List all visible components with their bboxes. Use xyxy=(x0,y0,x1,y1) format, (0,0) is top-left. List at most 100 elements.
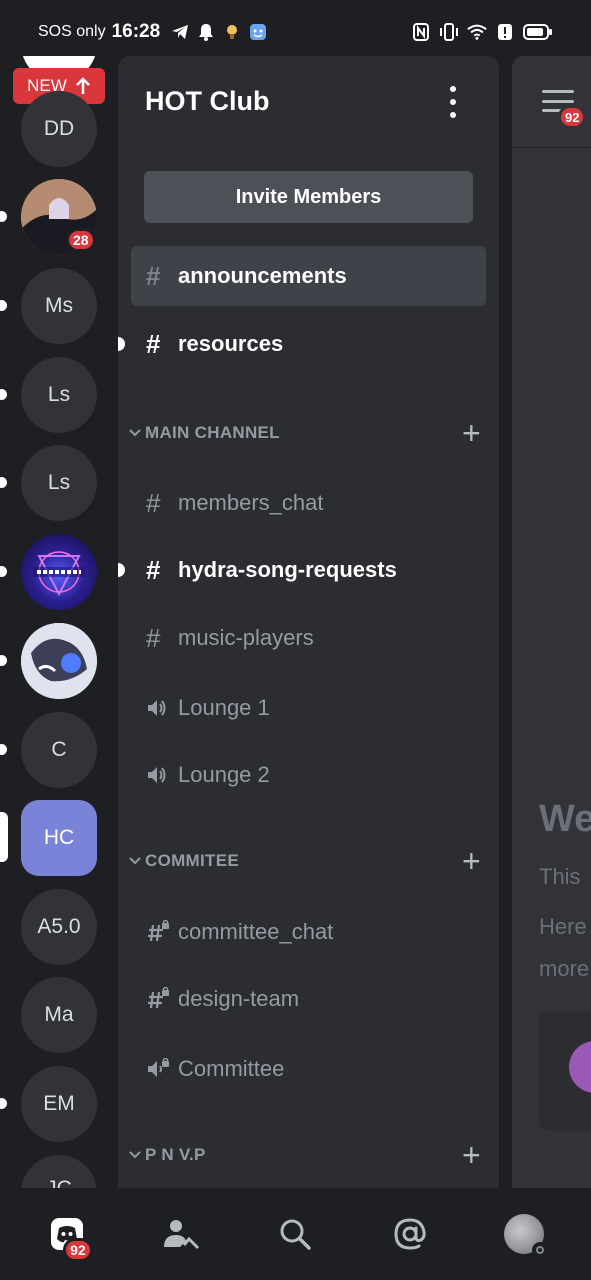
unread-indicator xyxy=(0,1098,7,1109)
server-item[interactable]: JC xyxy=(21,1155,97,1188)
speaker-icon xyxy=(146,765,178,785)
server-item-active[interactable]: HC xyxy=(21,800,97,876)
app-root: SOS only 16:28 NEW DD 28 Ms Ls Ls C HC A… xyxy=(0,0,591,1280)
hash-icon: # xyxy=(146,487,161,518)
channel-item-design-team[interactable]: design-team xyxy=(131,969,486,1029)
vibrate-icon xyxy=(439,23,459,41)
selected-server-indicator xyxy=(0,812,8,862)
welcome-line: Here xyxy=(539,914,587,939)
channel-name: design-team xyxy=(178,986,300,1011)
welcome-card[interactable] xyxy=(539,1011,591,1131)
chevron-down-icon xyxy=(126,1151,144,1159)
category-pnvp[interactable]: P N V.P + xyxy=(126,1137,491,1173)
server-label: Ma xyxy=(44,1003,74,1026)
chevron-down-icon xyxy=(126,857,144,865)
status-icons-right xyxy=(411,23,553,41)
hash-icon: # xyxy=(146,260,161,291)
channel-item-hydra-song-requests[interactable]: # hydra-song-requests xyxy=(131,540,486,600)
sos-status: SOS only xyxy=(38,23,106,40)
header-unread-badge: 92 xyxy=(558,105,587,129)
channel-name: Lounge 2 xyxy=(178,762,270,787)
locked-hash-icon xyxy=(146,920,178,944)
card-icon xyxy=(569,1041,591,1093)
category-commitee[interactable]: COMMITEE + xyxy=(126,843,491,879)
server-item[interactable]: Ma xyxy=(21,977,97,1053)
channel-name: committee_chat xyxy=(178,919,334,944)
friends-icon xyxy=(164,1220,200,1250)
server-label: Ms xyxy=(45,294,73,317)
server-item[interactable]: EM xyxy=(21,1066,97,1142)
hash-icon: # xyxy=(146,554,161,585)
server-item[interactable] xyxy=(21,623,97,699)
bottom-nav: 92 xyxy=(0,1188,591,1280)
bell-icon xyxy=(196,23,216,41)
channel-name: music-players xyxy=(178,625,314,650)
server-avatar-image xyxy=(33,551,85,597)
nav-mentions[interactable] xyxy=(380,1204,440,1264)
unread-indicator xyxy=(0,211,7,222)
notification-app-icon xyxy=(222,23,242,41)
search-icon xyxy=(280,1219,312,1250)
server-label: Ls xyxy=(47,383,71,406)
battery-icon xyxy=(523,23,553,41)
more-options-icon[interactable] xyxy=(443,86,463,118)
server-item[interactable]: Ls xyxy=(21,357,97,433)
home-unread-badge: 92 xyxy=(63,1238,93,1262)
server-label: HC xyxy=(43,826,75,849)
server-item[interactable]: A5.0 xyxy=(21,889,97,965)
add-channel-icon[interactable]: + xyxy=(462,1139,481,1171)
server-label: EM xyxy=(43,1092,75,1115)
unread-indicator xyxy=(0,566,7,577)
unread-indicator xyxy=(118,337,125,351)
chat-preview[interactable]: 92 We This Here more xyxy=(512,56,591,1188)
channel-item-announcements[interactable]: # announcements xyxy=(131,246,486,306)
hash-icon: # xyxy=(146,622,161,653)
channel-item-resources[interactable]: # resources xyxy=(131,314,486,374)
channel-item-music-players[interactable]: # music-players xyxy=(131,608,486,668)
channel-item-members-chat[interactable]: # members_chat xyxy=(131,473,486,533)
category-main-channel[interactable]: MAIN CHANNEL + xyxy=(126,415,491,451)
nav-friends[interactable] xyxy=(151,1204,211,1264)
channel-panel: HOT Club Invite Members # announcements … xyxy=(118,56,499,1188)
channel-item-committee-chat[interactable]: committee_chat xyxy=(131,902,486,962)
locked-hash-icon xyxy=(146,987,178,1011)
nav-profile[interactable] xyxy=(494,1204,554,1264)
nav-search[interactable] xyxy=(265,1204,325,1264)
locked-speaker-icon xyxy=(146,1058,178,1080)
server-item[interactable] xyxy=(21,534,97,610)
unread-indicator xyxy=(0,389,7,400)
chat-header: 92 xyxy=(512,56,591,148)
nfc-icon xyxy=(411,23,431,41)
guild-title[interactable]: HOT Club xyxy=(145,86,269,117)
status-icon xyxy=(531,1242,548,1258)
server-item[interactable]: C xyxy=(21,712,97,788)
add-channel-icon[interactable]: + xyxy=(462,417,481,449)
arrow-up-icon xyxy=(75,77,90,94)
server-item[interactable]: Ms xyxy=(21,268,97,344)
channel-name: Lounge 1 xyxy=(178,695,270,720)
invite-members-button[interactable]: Invite Members xyxy=(144,171,473,223)
welcome-line: more xyxy=(539,956,590,981)
hash-icon: # xyxy=(146,328,161,359)
speaker-icon xyxy=(146,698,178,718)
welcome-heading: We xyxy=(539,798,591,840)
voice-channel-lounge-2[interactable]: Lounge 2 xyxy=(131,745,486,805)
server-label: DD xyxy=(43,117,75,140)
status-time: 16:28 xyxy=(111,21,161,42)
category-name: P N V.P xyxy=(145,1145,206,1164)
server-item[interactable]: DD xyxy=(21,91,97,167)
chevron-down-icon xyxy=(126,429,144,437)
server-avatar-image xyxy=(21,623,97,699)
server-rail[interactable]: NEW DD 28 Ms Ls Ls C HC A5.0 Ma EM xyxy=(0,56,118,1188)
unread-indicator xyxy=(0,655,7,666)
add-channel-icon[interactable]: + xyxy=(462,845,481,877)
voice-channel-committee[interactable]: Committee xyxy=(131,1039,486,1099)
avatar-icon xyxy=(503,1214,548,1258)
unread-indicator xyxy=(0,477,7,488)
unread-indicator xyxy=(118,563,125,577)
channel-name: announcements xyxy=(178,263,347,288)
unread-indicator xyxy=(0,300,7,311)
server-item[interactable]: Ls xyxy=(21,445,97,521)
nav-home[interactable]: 92 xyxy=(37,1204,97,1264)
voice-channel-lounge-1[interactable]: Lounge 1 xyxy=(131,678,486,738)
